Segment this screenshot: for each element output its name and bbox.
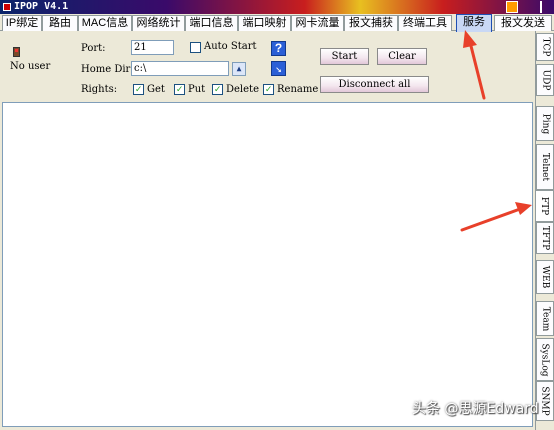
side-tab-telnet[interactable]: Telnet <box>536 144 554 190</box>
tab-nic-traffic[interactable]: 网卡流量 <box>291 15 344 31</box>
ftp-control-panel: No user Port: 21 Auto Start ? ↘ Home Dir… <box>2 33 534 101</box>
home-dir-input[interactable]: c:\ <box>131 61 229 76</box>
app-icon <box>3 3 11 11</box>
clear-button[interactable]: Clear <box>377 48 427 65</box>
tab-terminal-tools[interactable]: 终端工具 <box>398 15 452 31</box>
port-label: Port: <box>81 43 106 54</box>
side-tab-ping[interactable]: Ping <box>536 106 554 141</box>
side-tab-syslog[interactable]: SysLog <box>536 338 554 381</box>
side-tab-udp[interactable]: UDP <box>536 64 554 96</box>
rights-delete-checkbox[interactable]: ✓ <box>212 84 223 95</box>
start-button[interactable]: Start <box>320 48 369 65</box>
side-tab-tcp[interactable]: TCP <box>536 33 554 61</box>
rights-label: Rights: <box>81 84 118 95</box>
side-tab-bar: TCP UDP Ping Telnet FTP TFTP WEB Team Sy… <box>535 31 554 430</box>
auto-start-label: Auto Start <box>204 41 257 52</box>
tab-mac-info[interactable]: MAC信息 <box>78 15 132 31</box>
tab-services[interactable]: 服务 <box>456 14 492 32</box>
port-input[interactable]: 21 <box>131 40 174 55</box>
arrow-icon[interactable]: ↘ <box>271 61 286 76</box>
folder-up-icon[interactable]: ▲ <box>232 62 246 76</box>
top-tab-bar: IP绑定 路由 MAC信息 网络统计 端口信息 端口映射 网卡流量 报文捕获 终… <box>0 14 554 32</box>
tab-ip-bind[interactable]: IP绑定 <box>2 15 42 31</box>
user-icon <box>13 47 20 57</box>
rights-get-label: Get <box>147 84 165 95</box>
side-tab-tftp[interactable]: TFTP <box>536 222 554 254</box>
user-status: No user <box>10 61 51 72</box>
side-tab-web[interactable]: WEB <box>536 260 554 294</box>
system-menu-icon[interactable] <box>506 1 518 13</box>
tab-port-info[interactable]: 端口信息 <box>185 15 238 31</box>
tab-net-stats[interactable]: 网络统计 <box>132 15 185 31</box>
tab-packet-send[interactable]: 报文发送 <box>494 15 552 31</box>
tab-packet-capture[interactable]: 报文捕获 <box>344 15 398 31</box>
disconnect-all-button[interactable]: Disconnect all <box>320 76 429 93</box>
rights-put-checkbox[interactable]: ✓ <box>174 84 185 95</box>
close-icon[interactable] <box>540 1 552 13</box>
side-tab-team[interactable]: Team <box>536 301 554 336</box>
rights-rename-label: Rename <box>277 84 319 95</box>
tab-route[interactable]: 路由 <box>42 15 78 31</box>
rights-get-checkbox[interactable]: ✓ <box>133 84 144 95</box>
tab-port-map[interactable]: 端口映射 <box>238 15 291 31</box>
title-bar: IPOP V4.1 <box>0 0 554 14</box>
side-tab-ftp[interactable]: FTP <box>535 190 554 222</box>
rights-delete-label: Delete <box>226 84 259 95</box>
home-dir-label: Home Dir: <box>81 64 134 75</box>
rights-rename-checkbox[interactable]: ✓ <box>263 84 274 95</box>
ftp-log-area[interactable] <box>2 102 533 427</box>
watermark: 头条 @思源Edward <box>412 401 539 417</box>
auto-start-checkbox[interactable] <box>190 42 201 53</box>
window-title: IPOP V4.1 <box>14 1 69 12</box>
help-icon[interactable]: ? <box>271 41 286 56</box>
rights-put-label: Put <box>188 84 206 95</box>
